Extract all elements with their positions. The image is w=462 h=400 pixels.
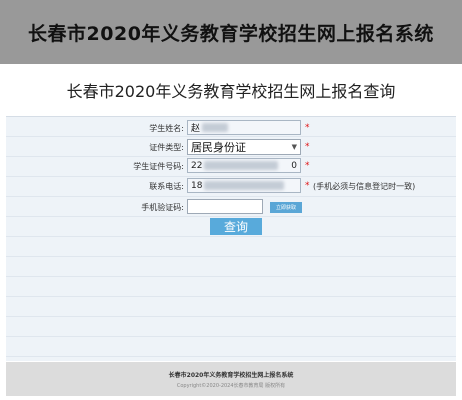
redaction-blur [202,123,229,132]
student-name-input[interactable]: 赵 [187,120,301,135]
phone-label: 联系电话: [149,181,184,191]
required-mark: * [305,161,310,171]
required-mark: * [305,123,310,133]
redaction-blur [204,161,279,170]
id-number-value-start: 22 [191,160,203,171]
chevron-down-icon: ▼ [291,143,297,151]
query-form: 学生姓名: 赵 * 证件类型: 居民身份证 ▼ * 学生证件号码: 22 0 *… [6,116,456,361]
query-button[interactable]: 查询 [210,218,262,235]
footer: 长春市2020年义务教育学校招生网上报名系统 Copyright©2020-20… [6,362,456,396]
system-title: 长春市2020年义务教育学校招生网上报名系统 [28,22,434,45]
footer-copyright: Copyright©2020-2024长春市教育局 版权所有 [176,382,286,389]
id-type-value: 居民身份证 [191,141,246,154]
id-number-input[interactable]: 22 0 [187,158,301,173]
sms-code-input[interactable] [187,199,263,214]
page-title: 长春市2020年义务教育学校招生网上报名查询 [66,82,396,101]
student-name-value: 赵 [191,124,201,134]
id-number-row: 学生证件号码: 22 0 * [6,157,456,175]
phone-row: 联系电话: 18 * (手机必须与信息登记时一致) [6,177,456,195]
page-header: 长春市2020年义务教育学校招生网上报名查询 [0,64,462,116]
phone-input[interactable]: 18 [187,178,301,193]
phone-hint: (手机必须与信息登记时一致) [313,181,416,191]
required-mark: * [305,181,310,191]
student-name-label: 学生姓名: [149,123,184,133]
id-number-value-end: 0 [291,160,297,171]
redaction-blur [204,181,285,190]
student-name-row: 学生姓名: 赵 * [6,119,456,137]
sms-code-label: 手机验证码: [141,202,184,212]
id-type-select[interactable]: 居民身份证 ▼ [187,139,301,155]
phone-value: 18 [191,180,203,191]
id-number-label: 学生证件号码: [133,161,184,171]
get-code-button[interactable]: 立即获取 [270,202,302,213]
footer-title: 长春市2020年义务教育学校招生网上报名系统 [168,371,294,379]
top-banner: 长春市2020年义务教育学校招生网上报名系统 [0,0,462,64]
id-type-row: 证件类型: 居民身份证 ▼ * [6,138,456,156]
sms-code-row: 手机验证码: 立即获取 [6,198,456,216]
required-mark: * [305,142,310,152]
id-type-label: 证件类型: [149,142,184,152]
